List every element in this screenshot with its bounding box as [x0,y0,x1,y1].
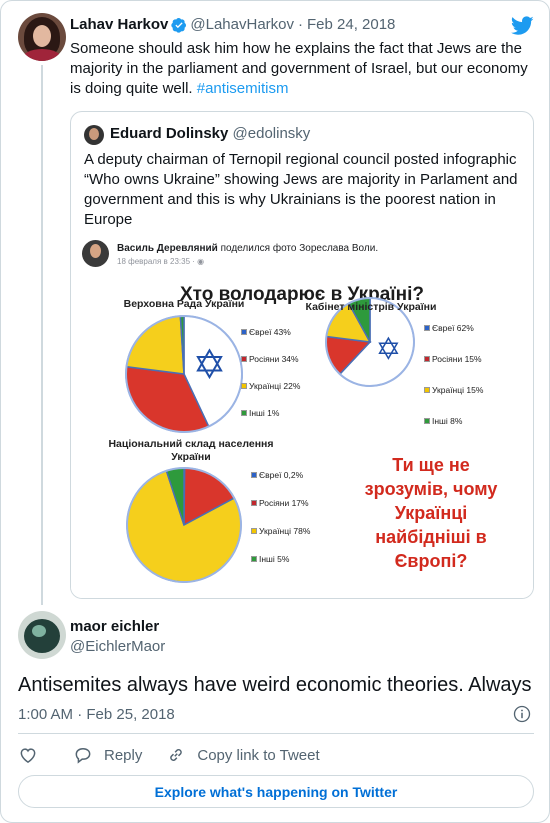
closing-line: Європі? [394,551,468,571]
quoted-tweet-header: Eduard Dolinsky @edolinsky [110,125,310,142]
legend-label: Інші 5% [259,554,290,564]
maor-eichler-avatar[interactable] [18,611,66,659]
reply-timestamp[interactable]: 1:00 AM · Feb 25, 2018 [18,706,175,723]
pie-slice-Українці [125,315,185,375]
legend-label: Росіяни 15% [432,354,482,364]
legend-item: Євреї 62% [424,323,474,333]
embedded-tweet-card: Lahav Harkov @LahavHarkov · Feb 24, 2018… [0,0,550,823]
eduard-dolinsky-avatar [84,125,104,145]
closing-line: Українці [394,503,468,523]
parent-tweet-text: Someone should ask him how he explains t… [70,39,535,99]
reply-label: Reply [104,746,143,764]
legend-swatch [241,356,247,362]
parent-tweet-header: Lahav Harkov @LahavHarkov · Feb 24, 2018 [70,16,395,33]
legend-swatch [424,418,430,424]
pie-chart-title: Національний склад населення України [108,438,274,463]
legend-label: Інші 1% [249,408,280,418]
parent-author-handle[interactable]: @LahavHarkov [190,16,294,33]
legend-swatch [251,500,257,506]
star-of-david-mark: ✡ [192,340,226,388]
legend-item: Інші 5% [251,554,289,564]
pie-chart-title: Кабінет міністрів України [305,301,437,313]
copy-link-button[interactable]: Copy link to Tweet [166,745,320,765]
legend-swatch [424,387,430,393]
quoted-tweet-text: A deputy chairman of Ternopil regional c… [84,151,518,228]
legend-item: Українці 78% [251,526,310,536]
reply-button[interactable]: Reply [73,745,142,765]
legend-swatch [424,325,430,331]
heart-icon [20,748,36,763]
legend-swatch [241,410,247,416]
reply-author-handle[interactable]: @EichlerMaor [70,638,165,655]
explore-twitter-button[interactable]: Explore what's happening on Twitter [18,775,534,808]
infographic-closing-text: Ти ще не зрозумів, чому Українці найбідн… [326,453,533,573]
speech-bubble-icon [75,747,91,764]
legend-label: Росіяни 17% [259,498,309,508]
legend-label: Українці 78% [259,526,311,536]
info-icon[interactable] [512,704,532,724]
chain-link-icon [170,749,183,761]
legend-item: Українці 22% [241,381,300,391]
legend-label: Євреї 62% [432,323,474,333]
legend-swatch [251,556,257,562]
parent-author-name[interactable]: Lahav Harkov [70,16,168,33]
hashtag-link[interactable]: #antisemitism [197,80,289,97]
legend-label: Росіяни 34% [249,354,299,364]
legend-item: Росіяни 17% [251,498,309,508]
star-of-david-mark: ✡ [376,331,402,367]
legend-item: Інші 8% [424,416,462,426]
legend-item: Росіяни 15% [424,354,482,364]
verified-badge-icon [171,17,187,33]
legend-item: Євреї 0,2% [251,470,303,480]
thread-connector-line [41,65,43,605]
legend-swatch [241,383,247,389]
legend-label: Євреї 0,2% [259,470,304,480]
closing-line: зрозумів, чому [364,479,498,499]
pie-chart-title: Верховна Рада України [123,298,245,310]
parent-tweet-body: Someone should ask him how he explains t… [70,40,528,97]
closing-line: Ти ще не [392,455,470,475]
quoted-author-handle: @edolinsky [232,125,311,142]
legend-label: Євреї 43% [249,327,291,337]
like-button[interactable] [18,745,49,765]
header-separator: · [298,16,303,33]
twitter-bird-icon[interactable] [511,16,534,36]
quoted-tweet-card[interactable]: Eduard Dolinsky @edolinsky A deputy chai… [70,111,534,599]
legend-swatch [251,472,257,478]
quoted-author-name: Eduard Dolinsky [110,125,229,142]
lahav-harkov-avatar[interactable] [18,13,66,61]
tweet-actions: Reply Copy link to Tweet [18,745,344,765]
legend-label: Українці 15% [432,385,484,395]
legend-item: Українці 15% [424,385,483,395]
parent-tweet-date[interactable]: Feb 24, 2018 [307,16,395,33]
legend-swatch [424,356,430,362]
closing-line: найбідніші в [375,527,487,547]
legend-item: Інші 1% [241,408,279,418]
legend-swatch [241,329,247,335]
infographic-image[interactable]: Василь Деревляний поделился фото Зоресла… [71,237,533,598]
reply-author-name[interactable]: maor eichler [70,618,159,635]
copy-link-label: Copy link to Tweet [197,746,320,764]
legend-swatch [251,528,257,534]
divider [18,733,534,734]
legend-label: Українці 22% [249,381,301,391]
legend-label: Інші 8% [432,416,463,426]
legend-item: Росіяни 34% [241,354,299,364]
reply-tweet-text: Antisemites always have weird economic t… [18,674,532,696]
legend-item: Євреї 43% [241,327,291,337]
